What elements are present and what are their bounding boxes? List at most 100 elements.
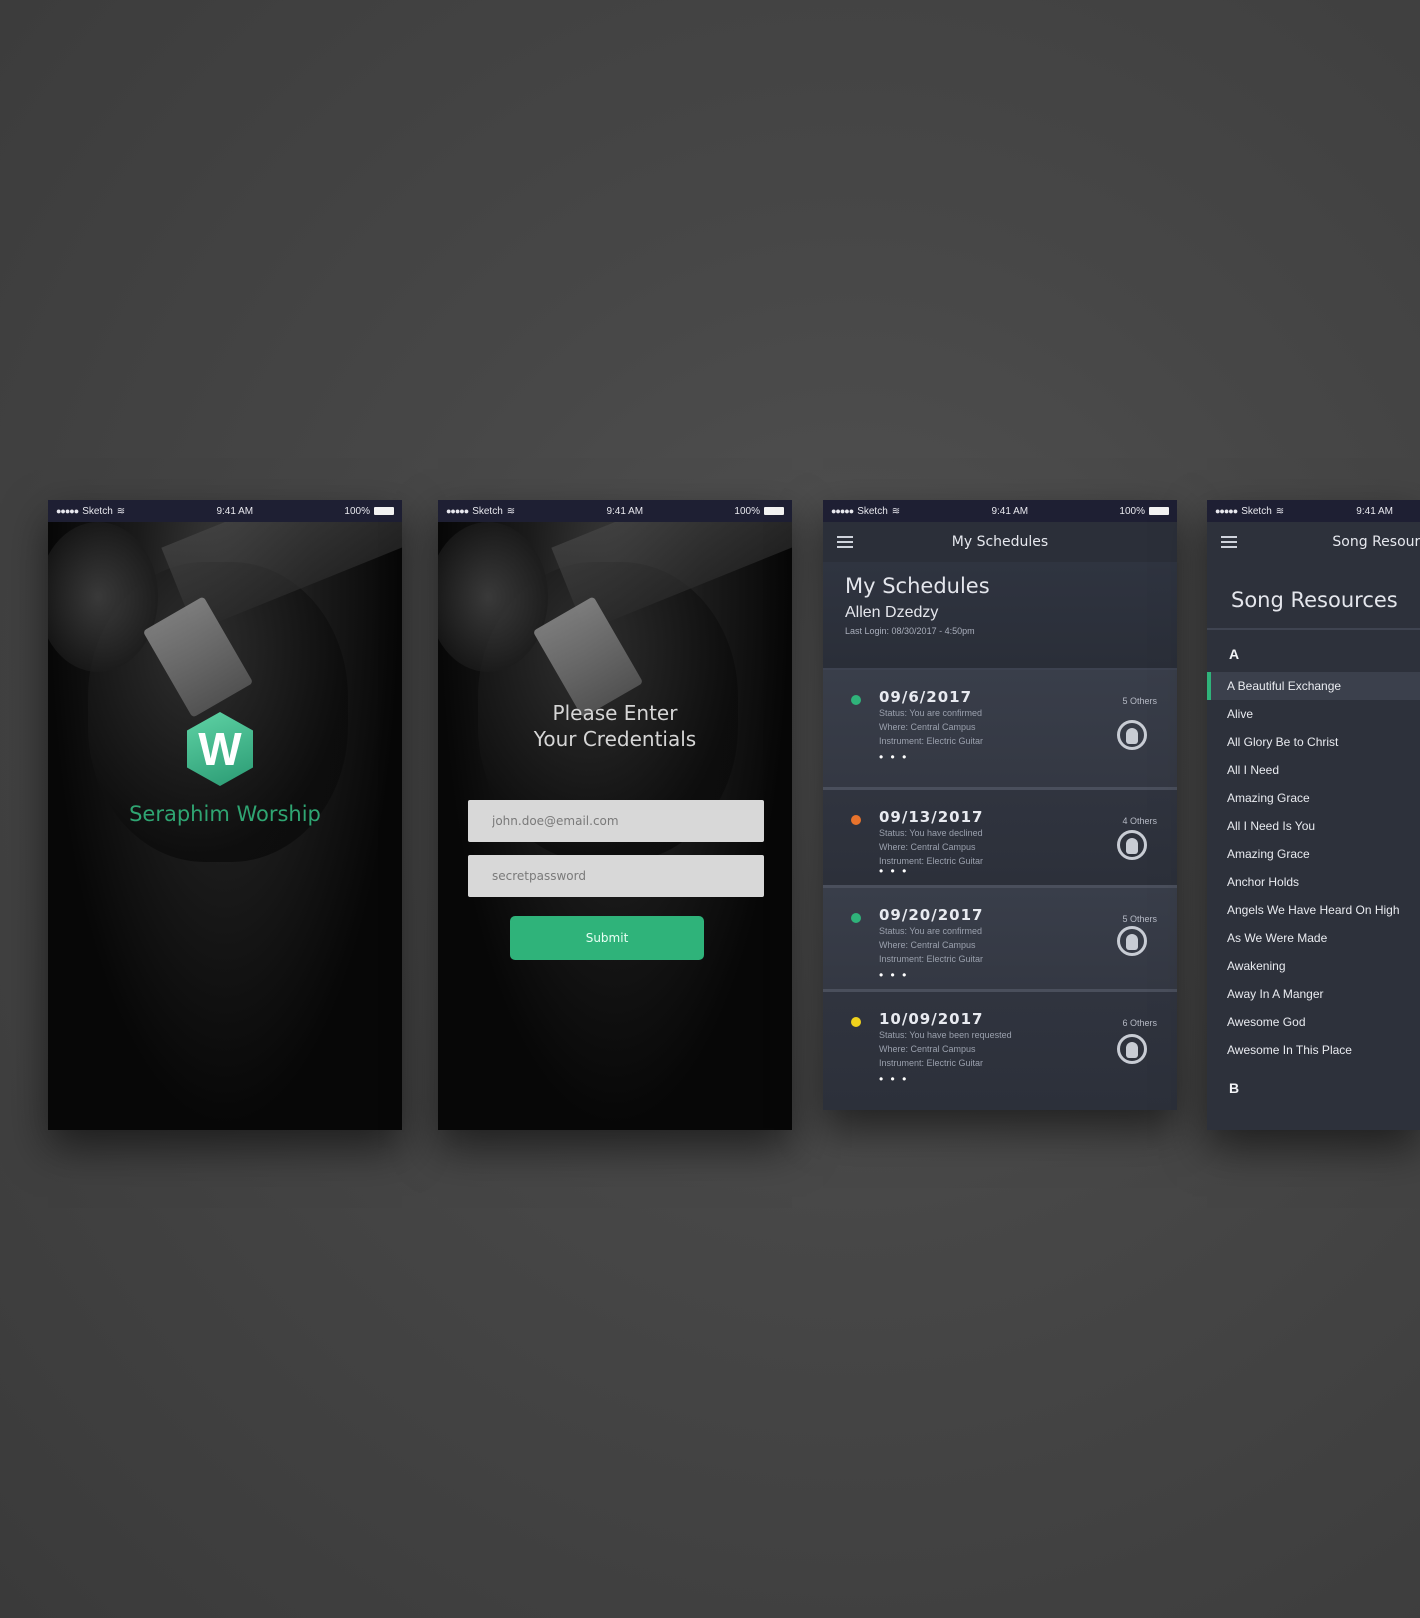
schedule-instrument: Instrument: Electric Guitar [879, 1058, 984, 1068]
song-item[interactable]: Angels We Have Heard On High [1207, 896, 1420, 924]
section-letter: A [1229, 646, 1240, 662]
song-item[interactable]: Anchor Holds [1207, 868, 1420, 896]
schedule-item[interactable]: 10/09/2017 Status: You have been request… [823, 992, 1177, 1110]
schedules-hero: My Schedules Allen Dzedzy Last Login: 08… [823, 562, 1177, 670]
schedule-status: Status: You have declined [879, 828, 983, 838]
clock-label: 9:41 AM [216, 505, 254, 517]
schedule-item[interactable]: 09/20/2017 Status: You are confirmed Whe… [823, 888, 1177, 992]
schedule-where: Where: Central Campus [879, 940, 976, 950]
song-item[interactable]: All Glory Be to Christ [1207, 728, 1420, 756]
header-title: My Schedules [951, 534, 1049, 550]
battery-icon [1149, 507, 1169, 515]
song-item[interactable]: Away In A Manger [1207, 980, 1420, 1008]
app-header: Song Resources [1207, 522, 1420, 562]
battery-icon [374, 507, 394, 515]
header-title: Song Resources [1332, 534, 1420, 550]
wifi-icon: ≋ [1275, 505, 1285, 517]
avatar-icon[interactable] [1117, 720, 1147, 750]
song-item[interactable]: All I Need [1207, 756, 1420, 784]
submit-button[interactable]: Submit [510, 916, 704, 960]
song-item[interactable]: Alive [1207, 700, 1420, 728]
schedule-date: 09/13/2017 [879, 808, 984, 826]
others-count: 4 Others [1122, 816, 1157, 826]
others-count: 6 Others [1122, 1018, 1157, 1028]
song-item[interactable]: Amazing Grace [1207, 784, 1420, 812]
song-item[interactable]: Amazing Grace [1207, 840, 1420, 868]
status-dot [851, 695, 861, 705]
status-bar: ●●●●● Sketch ≋ 9:41 AM 100% [438, 500, 792, 522]
password-field[interactable] [468, 855, 764, 897]
schedule-date: 09/6/2017 [879, 688, 973, 706]
wifi-icon: ≋ [116, 505, 126, 517]
schedule-date: 09/20/2017 [879, 906, 984, 924]
email-field[interactable] [468, 800, 764, 842]
battery-label: 100% [734, 505, 760, 517]
songs-screen: ●●●●●Sketch≋ 9:41 AM Song Resources Song… [1207, 500, 1420, 1130]
app-header: My Schedules [823, 522, 1177, 562]
carrier-label: Sketch [472, 505, 503, 517]
schedule-instrument: Instrument: Electric Guitar [879, 954, 984, 964]
status-bar: ●●●●● Sketch ≋ 9:41 AM 100% [48, 500, 402, 522]
carrier-label: Sketch [82, 505, 113, 517]
schedule-status: Status: You are confirmed [879, 708, 983, 718]
page-title: Song Resources [1231, 588, 1398, 612]
status-bar: ●●●●● Sketch ≋ 9:41 AM 100% [823, 500, 1177, 522]
avatar-icon[interactable] [1117, 926, 1147, 956]
signal-icon: ●●●●● [446, 506, 469, 516]
schedule-where: Where: Central Campus [879, 842, 976, 852]
signal-icon: ●●●●● [1215, 506, 1238, 516]
battery-label: 100% [1119, 505, 1145, 517]
clock-label: 9:41 AM [1356, 505, 1393, 517]
user-name: Allen Dzedzy [845, 604, 939, 621]
status-dot [851, 1017, 861, 1027]
battery-label: 100% [344, 505, 370, 517]
schedule-status: Status: You are confirmed [879, 926, 983, 936]
song-item[interactable]: Awesome God [1207, 1008, 1420, 1036]
last-login: Last Login: 08/30/2017 - 4:50pm [845, 626, 975, 636]
page-title: My Schedules [845, 574, 990, 598]
guitar-photo [48, 522, 402, 1130]
schedule-where: Where: Central Campus [879, 1044, 976, 1054]
schedule-item[interactable]: 09/13/2017 Status: You have declined Whe… [823, 790, 1177, 888]
song-item[interactable]: All I Need Is You [1207, 812, 1420, 840]
carrier-label: Sketch [857, 505, 888, 517]
status-bar: ●●●●● Sketch ≋ 9:41 AM [1207, 500, 1420, 522]
schedule-instrument: Instrument: Electric Guitar [879, 736, 984, 746]
more-icon[interactable]: • • • [879, 968, 1155, 982]
song-item[interactable]: Awakening [1207, 952, 1420, 980]
schedule-list: 09/6/2017 Status: You are confirmed Wher… [823, 670, 1177, 1110]
carrier-label: Sketch [1241, 505, 1272, 517]
schedule-item[interactable]: 09/6/2017 Status: You are confirmed Wher… [823, 670, 1177, 790]
schedule-status: Status: You have been requested [879, 1030, 1012, 1040]
splash-screen: ●●●●● Sketch ≋ 9:41 AM 100% W Seraphim Wor… [48, 500, 402, 1130]
brand-name: Seraphim Worship [129, 802, 321, 826]
clock-label: 9:41 AM [991, 505, 1029, 517]
song-item[interactable]: A Beautiful Exchange [1207, 672, 1420, 700]
login-title: Please Enter Your Credentials [533, 701, 697, 751]
status-dot [851, 815, 861, 825]
more-icon[interactable]: • • • [879, 1072, 1155, 1086]
songs-hero: Song Resources [1207, 562, 1420, 630]
song-list: A Beautiful Exchange Alive All Glory Be … [1207, 672, 1420, 1064]
wifi-icon: ≋ [891, 505, 901, 517]
signal-icon: ●●●●● [831, 506, 854, 516]
others-count: 5 Others [1122, 914, 1157, 924]
menu-icon[interactable] [837, 536, 853, 548]
section-letter: B [1229, 1080, 1240, 1096]
avatar-icon[interactable] [1117, 830, 1147, 860]
song-item[interactable]: As We Were Made [1207, 924, 1420, 952]
clock-label: 9:41 AM [606, 505, 644, 517]
more-icon[interactable]: • • • [879, 750, 1155, 764]
schedule-date: 10/09/2017 [879, 1010, 984, 1028]
wifi-icon: ≋ [506, 505, 516, 517]
others-count: 5 Others [1122, 696, 1157, 706]
menu-icon[interactable] [1221, 536, 1237, 548]
avatar-icon[interactable] [1117, 1034, 1147, 1064]
login-screen: ●●●●● Sketch ≋ 9:41 AM 100% Please Enter Y… [438, 500, 792, 1130]
status-dot [851, 913, 861, 923]
song-item[interactable]: Awesome In This Place [1207, 1036, 1420, 1064]
battery-icon [764, 507, 784, 515]
schedules-screen: ●●●●● Sketch ≋ 9:41 AM 100% My Schedules M… [823, 500, 1177, 1110]
signal-icon: ●●●●● [56, 506, 79, 516]
schedule-where: Where: Central Campus [879, 722, 976, 732]
